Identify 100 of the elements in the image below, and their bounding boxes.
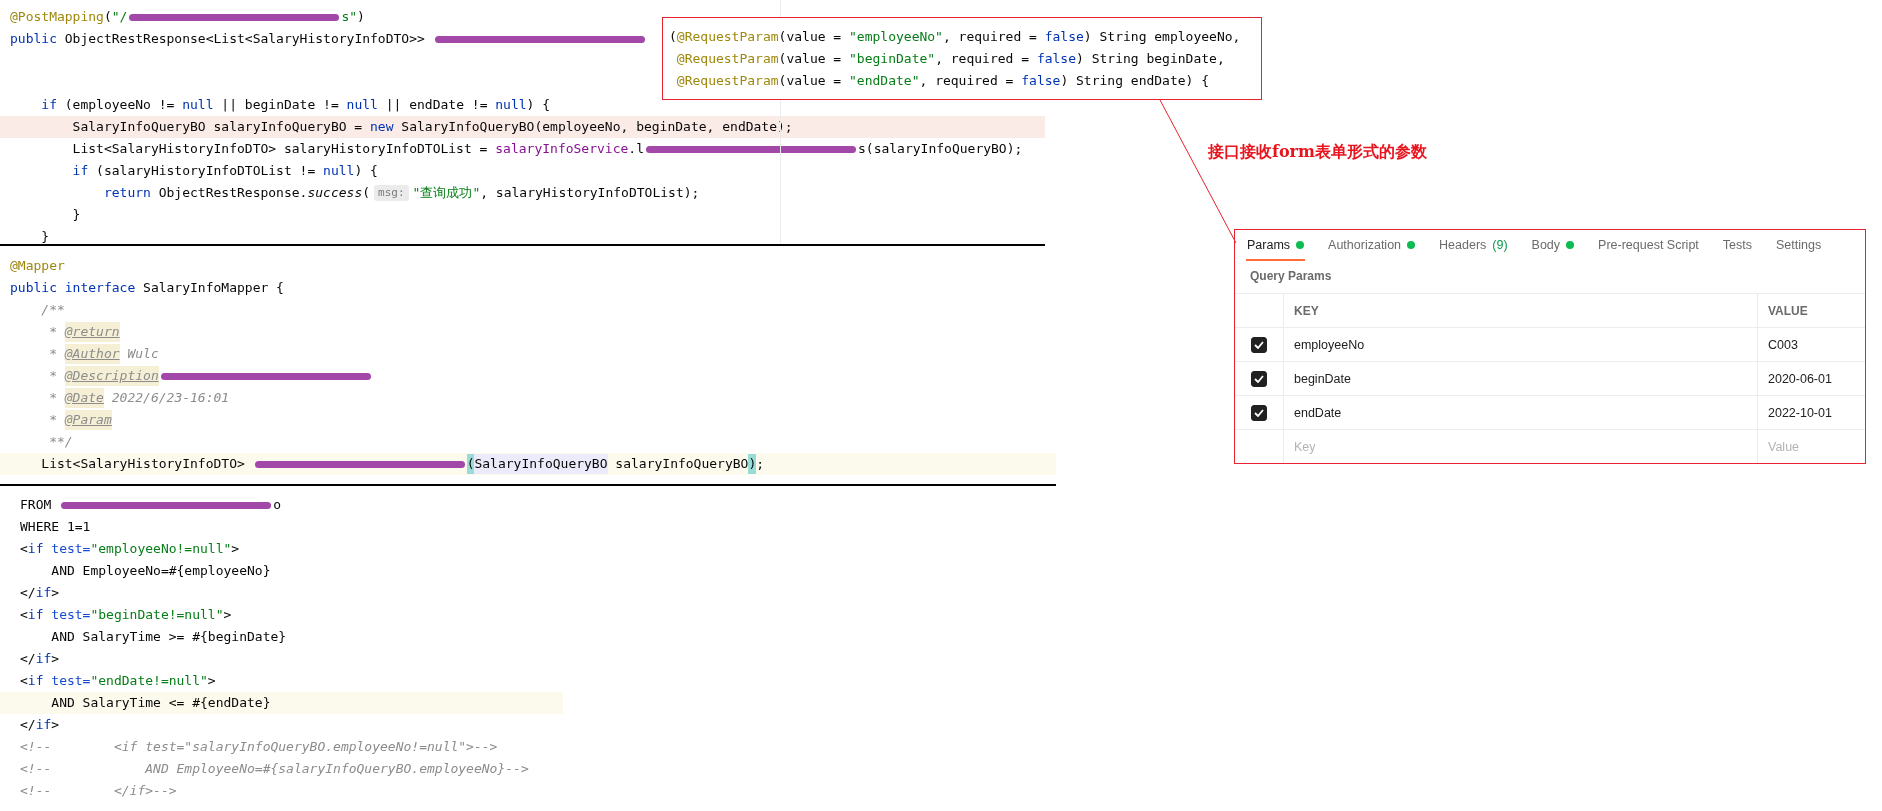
keyword: if (40, 96, 57, 114)
check-icon (1254, 340, 1264, 349)
code-text: ) (357, 8, 365, 26)
code-text: AND EmployeeNo=#{employeeNo} (50, 562, 271, 580)
code-text: ObjectRestResponse<List<SalaryHistoryInfoDTO>> (63, 30, 426, 48)
code-text: s(salaryInfoQueryBO); (858, 140, 1023, 158)
code-text: < (20, 540, 28, 558)
comment-text: * (48, 367, 58, 385)
code-text: SalaryInfoQueryBO salaryInfoQueryBO = (71, 118, 364, 136)
keyword: null (182, 96, 214, 114)
code-text: || beginDate != (220, 96, 340, 114)
code-text: > (207, 672, 216, 690)
xml-tag-name: if (35, 584, 52, 602)
code-text: .l (628, 140, 644, 158)
highlighted-identifier: SalaryInfoQueryBO (474, 454, 608, 474)
keyword: null (346, 96, 378, 114)
tab[interactable]: Tests (1721, 230, 1753, 261)
code-text: < (20, 672, 28, 690)
string-literal: "/ (111, 8, 128, 26)
keyword: new (370, 118, 394, 136)
code-text: ObjectRestResponse. (157, 184, 308, 202)
doc-tag: @Author (64, 344, 120, 364)
comment-text: Wulc (126, 345, 159, 363)
annotation-note: 接口接收form表单形式的参数 (1208, 142, 1428, 163)
code-text: </ (20, 650, 36, 668)
param-key: employeeNo (1294, 337, 1365, 352)
matched-bracket: ) (748, 454, 757, 474)
tab[interactable]: Headers (9) (1438, 230, 1509, 261)
comment-text: /** (40, 301, 65, 319)
code-text: salaryInfoQueryBO (614, 455, 749, 473)
doc-tag: @return (64, 322, 120, 342)
checkbox[interactable] (1251, 336, 1267, 353)
tab[interactable]: Authorization (1327, 230, 1417, 261)
annotation: @PostMapping (10, 8, 104, 26)
keyword: false (1044, 28, 1084, 46)
parameter-hint: msg: (374, 185, 409, 201)
code-text: ) String beginDate, (1076, 50, 1225, 68)
xml-attribute: test= (50, 672, 91, 690)
annotation: @Mapper (10, 257, 65, 275)
string-literal: "employeeNo!=null" (90, 540, 232, 558)
code-text: ( (103, 8, 112, 26)
field-name: salaryInfoService (495, 140, 629, 158)
xml-tag-name: if (27, 540, 44, 558)
code-text: > (223, 606, 232, 624)
code-text: } (40, 228, 50, 246)
code-text: (value = (778, 28, 843, 46)
method-name: success (307, 184, 363, 202)
code-text: ) { (526, 96, 551, 114)
comment-text: **/ (48, 433, 73, 451)
checkbox[interactable] (1251, 370, 1267, 387)
column-header: KEY (1294, 303, 1319, 318)
string-literal: "beginDate!=null" (90, 606, 224, 624)
code-text: } (71, 206, 81, 224)
param-key: endDate (1294, 405, 1342, 420)
xml-tag-name: if (27, 606, 44, 624)
code-text: (value = (778, 50, 843, 68)
code-text: ) String employeeNo, (1083, 28, 1241, 46)
keyword: public (10, 30, 57, 48)
keyword: null (323, 162, 355, 180)
tab[interactable]: Body (1530, 230, 1576, 261)
code-text: AND SalaryTime >= #{beginDate} (50, 628, 287, 646)
matched-bracket: ( (466, 454, 475, 474)
tab[interactable]: Settings (1775, 230, 1823, 261)
comment-text: 2022/6/23-16:01 (110, 389, 230, 407)
code-text: o (273, 496, 281, 514)
keyword: null (495, 96, 527, 114)
comment-text: <!-- AND EmployeeNo=#{salaryInfoQueryBO.employeeNo}--> (20, 760, 529, 778)
code-text: List<SalaryHistoryInfoDTO> salaryHistoryInfoDTOList = (71, 140, 489, 158)
xml-tag-name: if (27, 672, 44, 690)
code-text: SalaryInfoQueryBO(employeeNo, beginDate, endDate); (400, 118, 793, 136)
code-text: , required = (935, 50, 1031, 68)
annotation: @RequestParam (675, 50, 779, 68)
param-value: C003 (1768, 337, 1798, 352)
xml-attribute: test= (50, 540, 91, 558)
tab[interactable]: Pre-request Script (1597, 230, 1700, 261)
code-text: || endDate != (384, 96, 489, 114)
xml-tag-name: if (35, 716, 52, 734)
comment-text: * (48, 323, 58, 341)
keyword: false (1036, 50, 1076, 68)
code-text: (value = (778, 72, 843, 90)
checkbox[interactable] (1251, 404, 1267, 421)
string-literal: "employeeNo" (849, 28, 943, 46)
xml-attribute: test= (50, 606, 91, 624)
code-text: (employeeNo != (63, 96, 176, 114)
code-text: > (51, 716, 60, 734)
code-text: FROM (20, 496, 53, 514)
keyword: public interface (10, 279, 136, 297)
doc-tag: @Description (64, 366, 159, 386)
param-value: 2022-10-01 (1768, 405, 1832, 420)
string-literal: "endDate!=null" (90, 672, 208, 690)
code-text: > (231, 540, 240, 558)
code-text: AND SalaryTime <= #{endDate} (50, 694, 271, 712)
param-value: 2020-06-01 (1768, 371, 1832, 386)
column-header: VALUE (1768, 303, 1808, 318)
string-literal: s" (341, 8, 358, 26)
comment-text: * (48, 411, 58, 429)
section-title: Query Params (1250, 269, 1332, 283)
check-icon (1254, 408, 1264, 417)
comment-text: <!-- </if>--> (20, 782, 177, 800)
tab[interactable]: Params (1246, 230, 1306, 261)
